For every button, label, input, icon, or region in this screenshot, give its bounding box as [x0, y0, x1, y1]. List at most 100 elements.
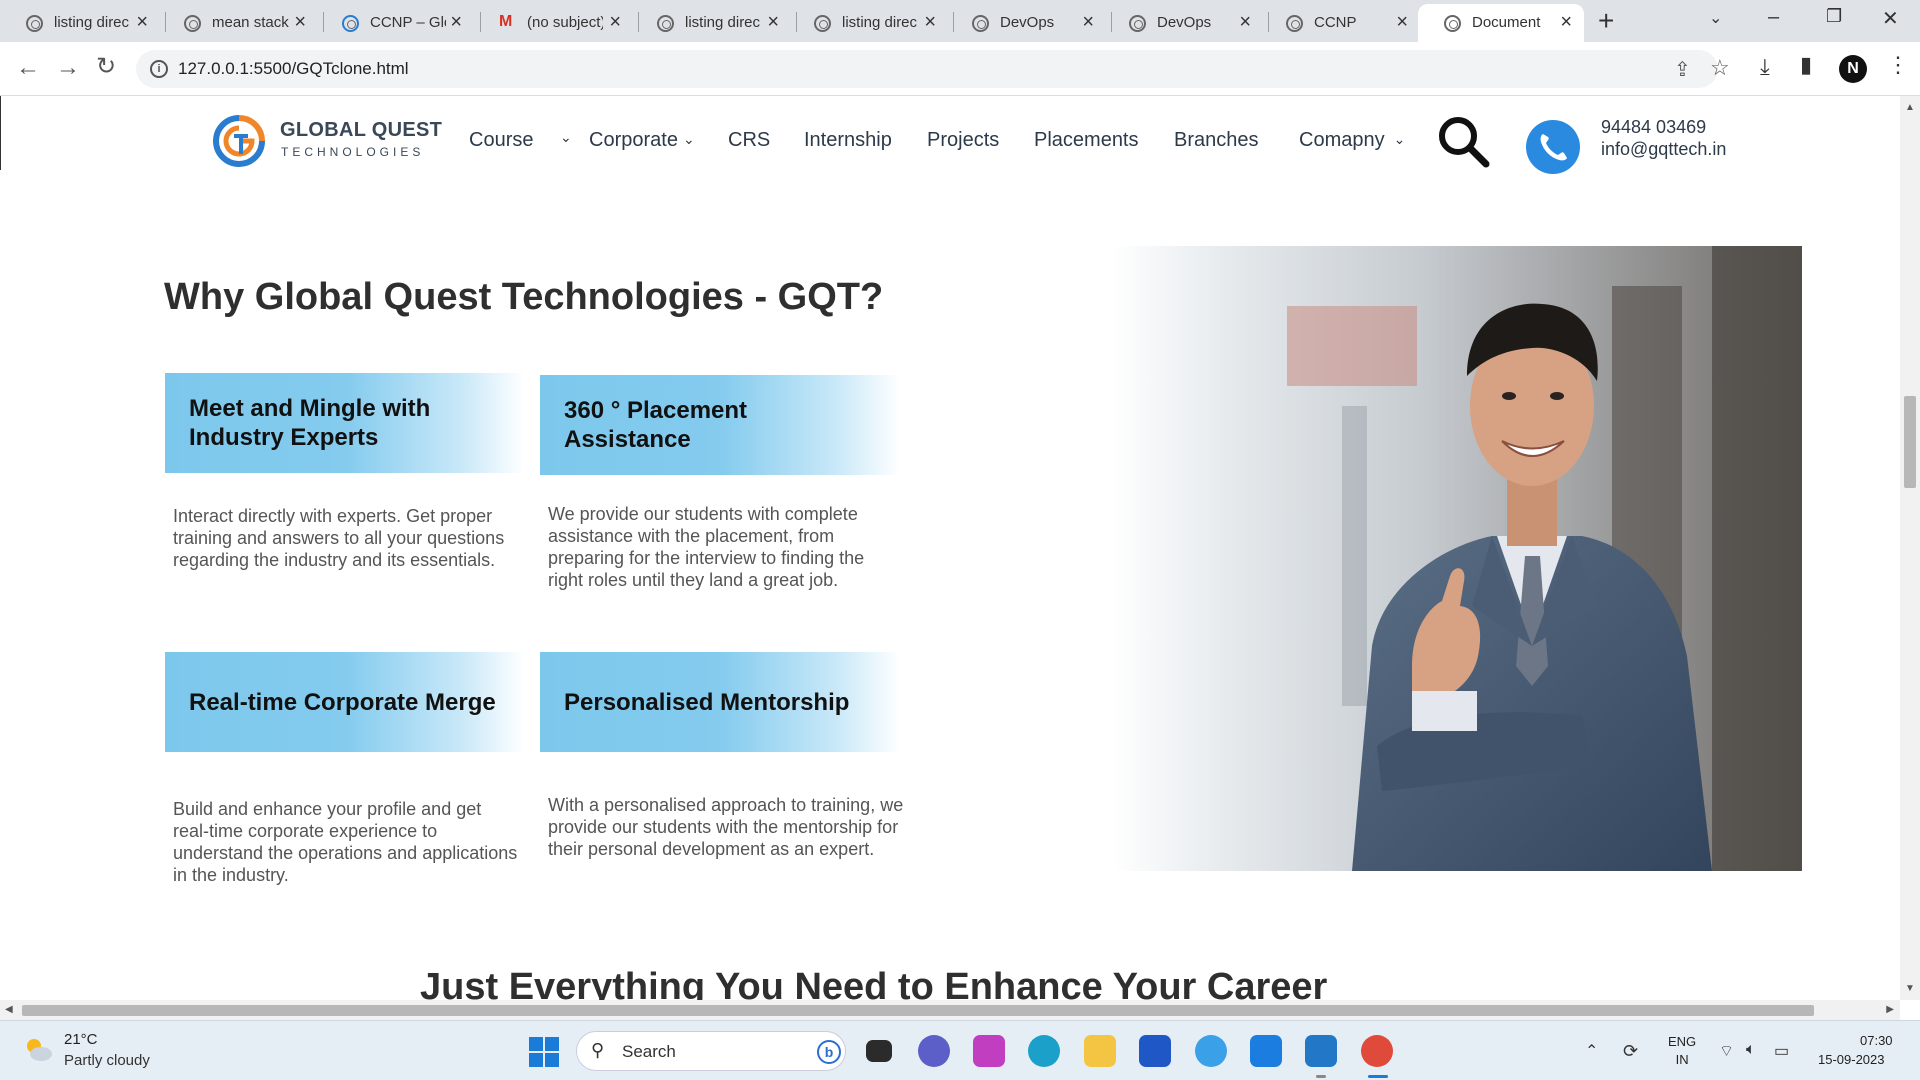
nav-crs[interactable]: CRS: [728, 129, 770, 152]
url-text[interactable]: 127.0.0.1:5500/GQTclone.html: [178, 59, 409, 79]
browser-tab[interactable]: CCNP ×: [1260, 4, 1420, 42]
chevron-down-icon: ⌄: [682, 131, 695, 147]
file-explorer-icon[interactable]: [1084, 1035, 1116, 1067]
chrome-icon[interactable]: [1361, 1035, 1393, 1067]
taskbar-search[interactable]: ⚲ Search b: [576, 1031, 846, 1071]
clock-time[interactable]: 07:30: [1860, 1033, 1893, 1048]
nav-placements[interactable]: Placements: [1034, 129, 1139, 152]
scrollbar-thumb[interactable]: [22, 1005, 1814, 1016]
site-info-icon[interactable]: i: [150, 60, 168, 78]
nav-company[interactable]: Comapny ⌄: [1299, 129, 1405, 152]
contact-phone[interactable]: 94484 03469: [1601, 117, 1706, 138]
forward-arrow-icon[interactable]: →: [56, 54, 80, 82]
feature-description: With a personalised approach to training…: [548, 795, 904, 859]
tab-search-chevron-icon[interactable]: ⌄: [1709, 8, 1722, 28]
app-icon[interactable]: [1250, 1035, 1282, 1067]
globe-icon: [1444, 15, 1461, 32]
feature-card-title: Personalised Mentorship: [540, 652, 900, 752]
nav-internship[interactable]: Internship: [804, 129, 892, 152]
clock-date[interactable]: 15-09-2023: [1818, 1052, 1885, 1067]
nav-projects[interactable]: Projects: [927, 129, 999, 152]
globe-icon: [1129, 15, 1146, 32]
scrollbar-thumb[interactable]: [1904, 396, 1916, 488]
close-tab-icon[interactable]: ×: [294, 11, 306, 34]
browser-tab[interactable]: listing direc ×: [788, 4, 948, 42]
vertical-scrollbar[interactable]: ▲ ▼: [1900, 96, 1920, 1000]
close-tab-icon[interactable]: ×: [767, 11, 779, 34]
close-window-icon[interactable]: ✕: [1882, 6, 1899, 31]
app-icon[interactable]: [973, 1035, 1005, 1067]
close-tab-icon[interactable]: ×: [450, 11, 462, 34]
tab-title: listing direc: [685, 14, 761, 31]
gq-icon: [342, 15, 359, 32]
close-tab-icon[interactable]: ×: [136, 11, 148, 34]
feature-card-title: Meet and Mingle with Industry Experts: [165, 373, 525, 473]
logo-title[interactable]: GLOBAL QUEST: [280, 119, 442, 142]
close-tab-icon[interactable]: ×: [924, 11, 936, 34]
nav-company-label: Comapny: [1299, 129, 1385, 151]
browser-tab[interactable]: (no subject) ×: [473, 4, 633, 42]
nav-corporate[interactable]: Corporate ⌄: [589, 129, 695, 152]
volume-icon[interactable]: 🔈︎: [1746, 1041, 1756, 1059]
address-bar[interactable]: i 127.0.0.1:5500/GQTclone.html ⇪ ☆: [136, 50, 1730, 88]
search-icon[interactable]: [1436, 114, 1492, 170]
chevron-up-icon[interactable]: ⌃: [1585, 1041, 1598, 1061]
close-tab-icon[interactable]: ×: [1239, 11, 1251, 34]
back-arrow-icon[interactable]: ←: [16, 54, 40, 82]
close-tab-icon[interactable]: ×: [1560, 11, 1572, 34]
maximize-icon[interactable]: ❐: [1826, 6, 1842, 27]
microsoft-store-icon[interactable]: [1139, 1035, 1171, 1067]
battery-icon[interactable]: ▭: [1774, 1041, 1789, 1061]
browser-tab[interactable]: CCNP – Glo ×: [316, 4, 474, 42]
scroll-left-icon[interactable]: ◀: [5, 1004, 13, 1015]
gqt-logo-icon[interactable]: [212, 114, 266, 168]
close-tab-icon[interactable]: ×: [1082, 11, 1094, 34]
chevron-down-icon[interactable]: ⌄: [560, 129, 572, 146]
contact-email[interactable]: info@gqttech.in: [1601, 139, 1726, 160]
globe-icon: [1286, 15, 1303, 32]
language-indicator[interactable]: ENG IN: [1668, 1033, 1696, 1069]
scroll-up-icon[interactable]: ▲: [1905, 102, 1915, 113]
browser-tab[interactable]: listing direc ×: [0, 4, 160, 42]
browser-tab-active[interactable]: Document ×: [1418, 4, 1584, 42]
vscode-icon[interactable]: [1305, 1035, 1337, 1067]
close-tab-icon[interactable]: ×: [609, 11, 621, 34]
edge-icon[interactable]: [1028, 1035, 1060, 1067]
browser-tab[interactable]: DevOps ×: [946, 4, 1106, 42]
language-line1: ENG: [1668, 1034, 1697, 1049]
phone-icon[interactable]: [1526, 120, 1580, 174]
tab-title: CCNP – Glo: [370, 14, 446, 31]
task-view-icon[interactable]: [866, 1040, 892, 1062]
nav-course[interactable]: Course: [469, 129, 533, 152]
globe-icon: [184, 15, 201, 32]
language-line2: IN: [1675, 1052, 1689, 1067]
share-icon[interactable]: ⇪: [1674, 57, 1691, 82]
menu-dots-icon[interactable]: ⋮: [1887, 52, 1909, 78]
weather-temperature[interactable]: 21°C: [64, 1031, 98, 1048]
download-icon[interactable]: ⤓: [1760, 54, 1770, 80]
scroll-down-icon[interactable]: ▼: [1905, 983, 1915, 994]
profile-avatar[interactable]: N: [1839, 55, 1867, 83]
close-tab-icon[interactable]: ×: [1396, 11, 1408, 34]
wifi-icon[interactable]: ⌔: [1719, 1041, 1734, 1061]
sync-icon[interactable]: ⟳: [1623, 1041, 1638, 1062]
new-tab-icon[interactable]: +: [1598, 5, 1614, 37]
windows-start-icon[interactable]: [529, 1037, 559, 1067]
weather-description[interactable]: Partly cloudy: [64, 1052, 150, 1069]
section-heading: Why Global Quest Technologies - GQT?: [164, 276, 884, 318]
bing-icon[interactable]: b: [817, 1040, 841, 1064]
app-icon[interactable]: [1195, 1035, 1227, 1067]
side-panel-icon[interactable]: ▮: [1800, 52, 1812, 78]
scroll-right-icon[interactable]: ▶: [1886, 1004, 1894, 1015]
minimize-icon[interactable]: –: [1768, 6, 1779, 29]
nav-branches[interactable]: Branches: [1174, 129, 1259, 152]
tab-title: DevOps: [1157, 14, 1212, 31]
horizontal-scrollbar[interactable]: ◀ ▶: [0, 1000, 1900, 1020]
bookmark-star-icon[interactable]: ☆: [1710, 55, 1730, 81]
partly-cloudy-icon[interactable]: [22, 1035, 54, 1063]
browser-tab[interactable]: mean stack ×: [158, 4, 318, 42]
teams-chat-icon[interactable]: [918, 1035, 950, 1067]
reload-icon[interactable]: ↻: [96, 52, 116, 81]
browser-tab[interactable]: DevOps ×: [1103, 4, 1263, 42]
browser-tab[interactable]: listing direc ×: [631, 4, 791, 42]
